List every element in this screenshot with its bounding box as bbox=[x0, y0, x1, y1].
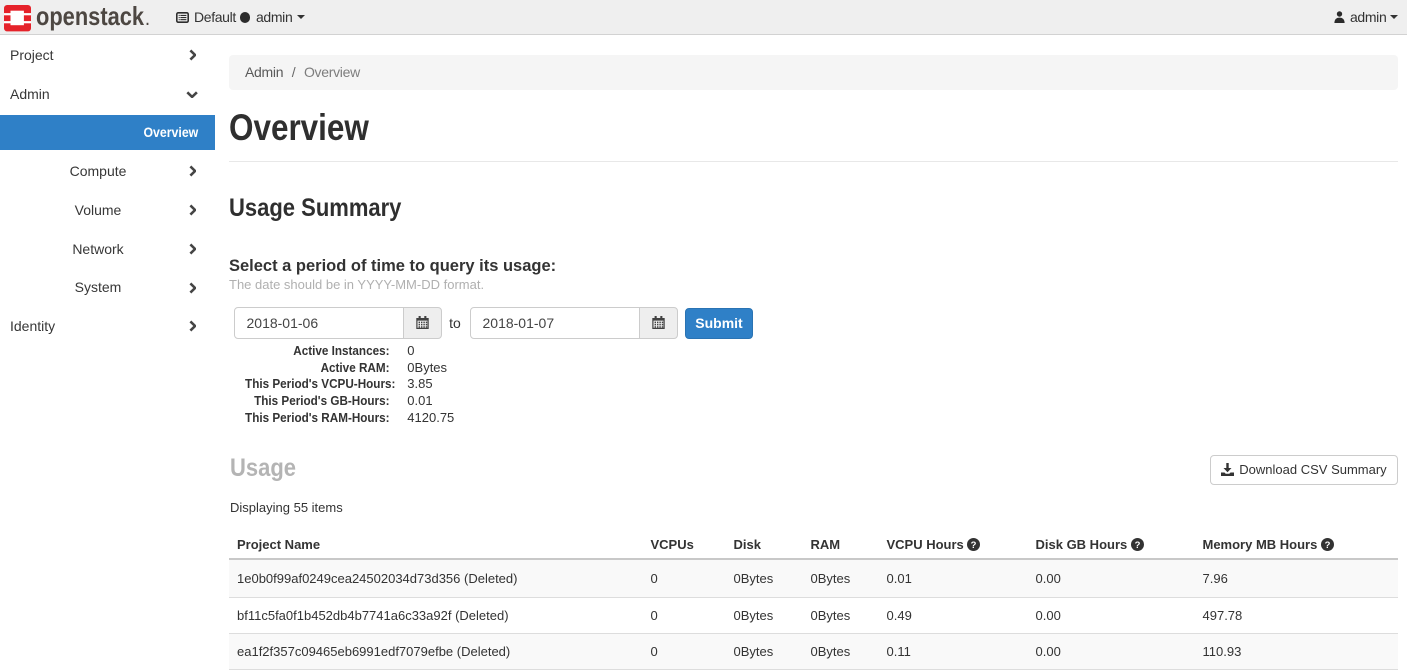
svg-text:?: ? bbox=[1134, 540, 1140, 551]
svg-text:?: ? bbox=[1325, 540, 1331, 551]
svg-text:?: ? bbox=[971, 540, 977, 551]
